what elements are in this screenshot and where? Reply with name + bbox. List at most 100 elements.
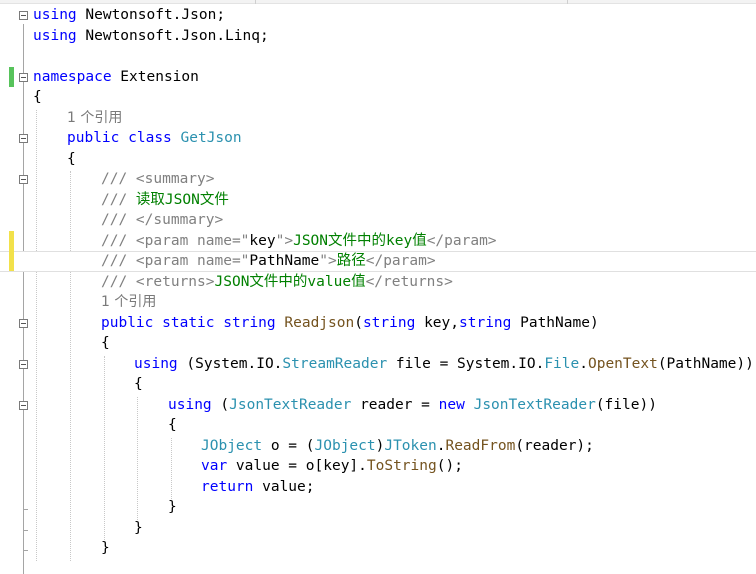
outline-end-tick <box>23 550 28 551</box>
code-line-26[interactable]: } <box>0 518 756 539</box>
code-line-19[interactable]: { <box>0 374 756 395</box>
code-text: JObject o = (JObject)JToken.ReadFrom(rea… <box>201 436 594 457</box>
code-token: JsonTextReader <box>229 396 352 413</box>
code-token: string <box>459 314 512 331</box>
code-token: value = o[key]. <box>227 458 367 474</box>
code-token: "> <box>275 232 294 249</box>
code-line-2[interactable]: using Newtonsoft.Json.Linq; <box>0 26 756 47</box>
collapse-toggle-icon[interactable] <box>19 175 28 184</box>
code-line-1[interactable]: using Newtonsoft.Json; <box>0 5 756 26</box>
code-token: (System.IO. <box>177 355 283 372</box>
code-token: </param> <box>365 253 436 269</box>
code-line-18[interactable]: using (System.IO.StreamReader file = Sys… <box>0 354 756 375</box>
unsaved-change-marker <box>9 251 14 271</box>
code-token: using <box>33 27 77 44</box>
code-line-14[interactable]: /// <returns>JSON文件中的value值</returns> <box>0 272 756 293</box>
code-token: } <box>134 519 143 536</box>
code-line-16[interactable]: public static string Readjson(string key… <box>0 313 756 334</box>
collapse-toggle-icon[interactable] <box>19 400 28 410</box>
code-token: <returns> <box>135 273 215 290</box>
collapse-toggle-icon[interactable] <box>19 359 28 369</box>
code-text: } <box>134 518 143 539</box>
code-token: { <box>134 376 143 392</box>
code-token: string <box>362 314 416 331</box>
code-line-10[interactable]: /// 读取JSON文件 <box>0 190 756 211</box>
code-line-4[interactable]: namespace Extension <box>0 67 756 88</box>
code-token: (); <box>436 458 463 474</box>
code-token: /// <box>101 191 136 208</box>
code-editor[interactable]: using Newtonsoft.Json; using Newtonsoft.J… <box>0 5 756 574</box>
code-token: new <box>438 396 465 413</box>
code-line-24[interactable]: return value; <box>0 477 756 498</box>
code-token: public <box>67 130 120 146</box>
code-text: { <box>67 149 76 170</box>
code-text: /// <returns>JSON文件中的value值</returns> <box>101 272 453 293</box>
code-text: } <box>101 538 110 559</box>
collapse-toggle-icon[interactable] <box>19 318 28 328</box>
code-line-20[interactable]: using (JsonTextReader reader = new JsonT… <box>0 395 756 416</box>
code-token: class <box>128 130 172 146</box>
codelens-references[interactable]: 1 个引用 <box>67 108 122 129</box>
code-text: using Newtonsoft.Json; <box>33 5 225 26</box>
code-line-22[interactable]: JObject o = (JObject)JToken.ReadFrom(rea… <box>0 436 756 457</box>
code-token: ( <box>354 314 363 331</box>
code-token: /// <box>101 212 136 228</box>
outline-end-tick <box>23 509 28 510</box>
code-line-11[interactable]: /// </summary> <box>0 210 756 231</box>
code-token: <param name=" <box>135 232 250 249</box>
code-line-23[interactable]: var value = o[key].ToString(); <box>0 456 756 477</box>
code-token: { <box>67 150 76 167</box>
collapse-toggle-icon[interactable] <box>19 134 28 143</box>
code-line-5[interactable]: { <box>0 87 756 108</box>
code-token: { <box>168 417 177 433</box>
code-token: using <box>168 396 212 413</box>
code-token: </summary> <box>135 212 224 228</box>
code-token: var <box>201 458 228 474</box>
code-line-12[interactable]: /// <param name="key">JSON文件中的key值</para… <box>0 231 756 252</box>
code-token: <param name=" <box>135 253 250 269</box>
code-token: StreamReader <box>282 355 388 372</box>
code-token: JSON文件中的value值 <box>214 273 366 290</box>
code-token: namespace <box>33 68 112 85</box>
code-token: 路径 <box>336 253 366 269</box>
code-token: Readjson <box>284 314 355 331</box>
code-line-27[interactable]: } <box>0 538 756 559</box>
code-token: JObject <box>314 437 376 454</box>
code-line-17[interactable]: { <box>0 333 756 354</box>
unsaved-change-marker <box>9 230 14 251</box>
tab-divider <box>567 0 568 4</box>
code-text: { <box>168 415 177 436</box>
code-line-8[interactable]: { <box>0 149 756 170</box>
code-token: /// <box>101 273 136 290</box>
code-text: using Newtonsoft.Json.Linq; <box>33 26 269 47</box>
code-token: } <box>101 540 110 556</box>
code-line-3[interactable] <box>0 46 756 67</box>
code-token: ( <box>211 396 230 413</box>
code-line-21[interactable]: { <box>0 415 756 436</box>
code-token: . <box>579 355 588 372</box>
code-text: /// 读取JSON文件 <box>101 190 229 211</box>
code-line-9[interactable]: /// <summary> <box>0 169 756 190</box>
collapse-toggle-icon[interactable] <box>19 72 28 82</box>
collapse-toggle-icon[interactable] <box>19 11 28 20</box>
code-token: JsonTextReader <box>473 396 596 413</box>
code-token: Extension <box>111 68 199 85</box>
code-token: /// <box>101 253 136 269</box>
code-token: public <box>101 314 154 331</box>
code-line-25[interactable]: } <box>0 497 756 518</box>
code-line-7[interactable]: public class GetJson <box>0 128 756 149</box>
code-token: { <box>101 335 110 351</box>
code-token: o = ( <box>262 437 315 454</box>
codelens-references[interactable]: 1 个引用 <box>101 292 156 313</box>
code-text: { <box>101 333 110 354</box>
code-line-6[interactable]: 1 个引用 <box>0 108 756 129</box>
code-token: JSON文件中的key值 <box>293 232 427 249</box>
code-token: key <box>249 232 276 249</box>
code-text: /// <param name="PathName">路径</param> <box>101 252 436 271</box>
editor-tab-strip <box>0 0 756 4</box>
code-line-15[interactable]: 1 个引用 <box>0 292 756 313</box>
code-line-13[interactable]: /// <param name="PathName">路径</param> <box>0 251 756 272</box>
